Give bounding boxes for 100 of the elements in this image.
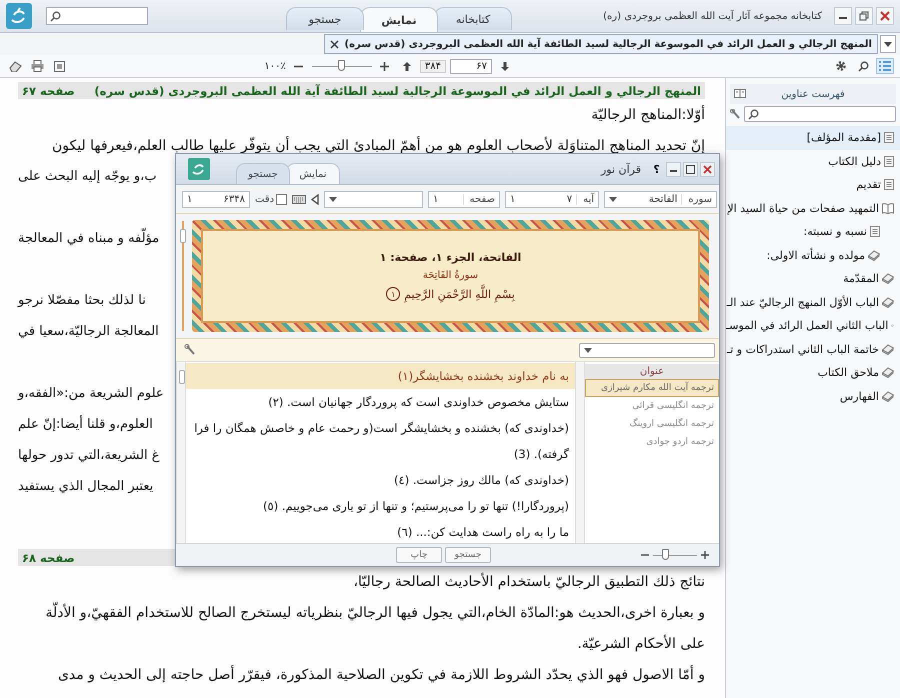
tab[interactable]: نمایش — [286, 163, 340, 184]
book-icon — [882, 367, 894, 378]
verse-row[interactable]: به نام خداوند بخشنده بخشايشگر(۱) — [186, 363, 575, 389]
search-field[interactable] — [744, 106, 896, 122]
tab[interactable]: کتابخانه — [434, 7, 512, 30]
verse-row[interactable]: (خداوندی كه) بخشنده و بخشايشگر است(و رحمت عام و خاصش همگان را فرا گرفته). (3) — [186, 415, 575, 467]
wrench-icon[interactable] — [730, 108, 741, 120]
tree-item[interactable]: مولده و نشأته الاولى: — [726, 244, 900, 267]
gear-icon — [835, 60, 847, 72]
caret-icon — [584, 348, 592, 352]
tree-item[interactable]: التمهيد صفحات من حياة السيد الإ — [726, 196, 900, 220]
caret-icon — [609, 196, 618, 202]
tree-item[interactable]: خاتمة الباب الثاني استدراكات و تـ — [726, 338, 900, 361]
page-icon — [870, 226, 880, 238]
eraser-icon — [8, 60, 22, 72]
window-title: کتابخانه مجموعه آثار آیت الله العظمی بروجردی (ره) — [603, 10, 822, 22]
close-icon — [703, 164, 712, 174]
tree-item[interactable]: الباب الأوّل المنهج الرجاليّ عند الـ — [726, 290, 900, 314]
tree-item[interactable]: الباب الثاني العمل الرائد في الموسـ — [726, 314, 900, 338]
translation-item[interactable]: ترجمه انگليسی اروينگ — [585, 415, 719, 433]
text-line: نا لذلك بحثا مفصّلا نرجو — [18, 293, 146, 308]
maximize-button[interactable] — [683, 162, 698, 176]
square-icon — [54, 60, 64, 72]
help-button[interactable]: ؟ — [649, 162, 664, 176]
logo-icon — [188, 158, 210, 180]
search-icon — [50, 10, 61, 22]
column-header[interactable]: عنوان — [585, 364, 719, 379]
list-icon — [879, 61, 891, 71]
dialog-title: قرآن نور — [600, 162, 641, 176]
page-icon — [884, 156, 894, 167]
tab[interactable]: نمایش — [360, 7, 438, 32]
document-tab[interactable]: المنهج الرجالي و العمل الرائد في الموسوعة الرجالية لسيد الطائفة آية الله العظمی البروجردی (قدس سره) — [324, 34, 878, 54]
restore-button[interactable] — [855, 7, 873, 25]
printer-icon — [30, 60, 44, 72]
logo-icon — [6, 3, 32, 29]
verse-row[interactable]: (خداوندی كه) مالك روز جزاست. (٤) — [186, 467, 575, 493]
minimize-button[interactable] — [834, 7, 852, 25]
panel-toggle-icon[interactable] — [734, 89, 746, 98]
plus-icon[interactable] — [701, 551, 709, 559]
verse-total: ۶۳۴۸ — [222, 194, 245, 204]
page-field[interactable]: ۱ — [433, 194, 459, 204]
slider-thumb[interactable] — [338, 60, 345, 71]
translation-item[interactable]: ترجمه اردو جوادی — [585, 433, 719, 451]
checkbox[interactable] — [276, 194, 288, 204]
page-field[interactable]: ۶۷ — [450, 58, 492, 74]
field-label: صفحه — [462, 194, 496, 204]
page-heading: الفاتحة، الجزء ۱، صفحة: ۱ — [380, 251, 522, 264]
page-number: صفحه ۶۷ — [22, 84, 75, 98]
search-field[interactable] — [46, 7, 148, 25]
caret-icon — [884, 42, 892, 46]
wrench-icon[interactable] — [184, 344, 196, 356]
footer-button[interactable]: چاپ — [396, 547, 442, 563]
text-line: أوّلا:المناهج الرجاليّة — [591, 106, 705, 122]
text-line: غ الشريعة،التي تدور حولها — [18, 448, 160, 463]
open-book-icon — [882, 202, 894, 214]
verse-row[interactable]: ستايش مخصوص خداوندی است كه پروردگار جهانيان است. (۲) — [186, 389, 575, 415]
footer-button[interactable]: جستجو — [445, 547, 491, 563]
panel-title: فهرست عناوین — [781, 88, 845, 100]
text-line: العلوم،و قلنا أيضا:إنّ علم — [18, 417, 153, 432]
triangle-left-icon[interactable] — [311, 194, 320, 204]
book-icon — [868, 250, 880, 261]
dropdown-button[interactable] — [880, 35, 896, 53]
zoom-percent: ۱۰۰٪ — [264, 60, 286, 72]
close-button[interactable] — [876, 7, 894, 25]
tree-item[interactable]: المقدّمة — [726, 267, 900, 290]
arrow-up-icon — [402, 62, 411, 70]
translation-item[interactable]: ترجمه آيت الله مکارم شيرازی — [585, 379, 719, 397]
page-icon — [884, 132, 894, 144]
book-title: المنهج الرجالي و العمل الرائد في الموسوعة الرجالية لسيد الطائفة آية الله العظمی البروجردی (قدس سره) — [94, 84, 701, 98]
verse-total: ۷ — [566, 194, 572, 204]
surah-selector[interactable]: سوره الفاتحة — [604, 190, 717, 208]
tree-item[interactable]: ملاحق الكتاب — [726, 361, 900, 384]
field-label: آیه — [576, 194, 594, 204]
book-icon — [882, 273, 894, 284]
text-line: على الأحكام الشرعيّة. — [577, 636, 705, 652]
translation-item[interactable]: ترجمه انگليسی قرائی — [585, 397, 719, 415]
tree-item[interactable]: نسبه و نسبته: — [726, 220, 900, 244]
counter-field[interactable]: ۱ — [187, 194, 214, 204]
verse-field[interactable]: ۱ — [510, 194, 540, 204]
close-button[interactable] — [700, 162, 715, 176]
slider-thumb[interactable] — [662, 549, 670, 560]
tree-item[interactable]: تقديم — [726, 173, 900, 196]
minimize-button[interactable] — [666, 162, 681, 176]
page-count: ۳۸۴ — [420, 60, 446, 72]
close-icon — [880, 11, 890, 21]
keyboard-icon[interactable] — [292, 194, 306, 204]
tab[interactable]: جستجو — [236, 163, 290, 184]
verse-row[interactable]: (پروردگارا!) تنها تو را می‌پرستيم؛ و تنها از تو ياری می‌جوييم. (٥) — [186, 493, 575, 519]
search-icon — [858, 60, 868, 72]
verse-row[interactable]: ما را به راه راست هدايت كن:... (٦) — [186, 519, 575, 543]
caret-icon — [329, 196, 338, 202]
tree-item[interactable]: الفهارس — [726, 384, 900, 408]
maximize-icon — [686, 164, 695, 174]
tab[interactable]: جستجو — [286, 7, 364, 30]
text-line: علوم الشريعة من:«الفقه،و — [18, 386, 164, 401]
page-number: صفحه ۶۸ — [22, 550, 75, 564]
restore-icon — [859, 11, 869, 21]
tree-item[interactable]: دليل الكتاب — [726, 150, 900, 173]
tree-item[interactable]: [مقدمة المؤلف] — [726, 126, 900, 150]
book-icon — [882, 344, 894, 355]
